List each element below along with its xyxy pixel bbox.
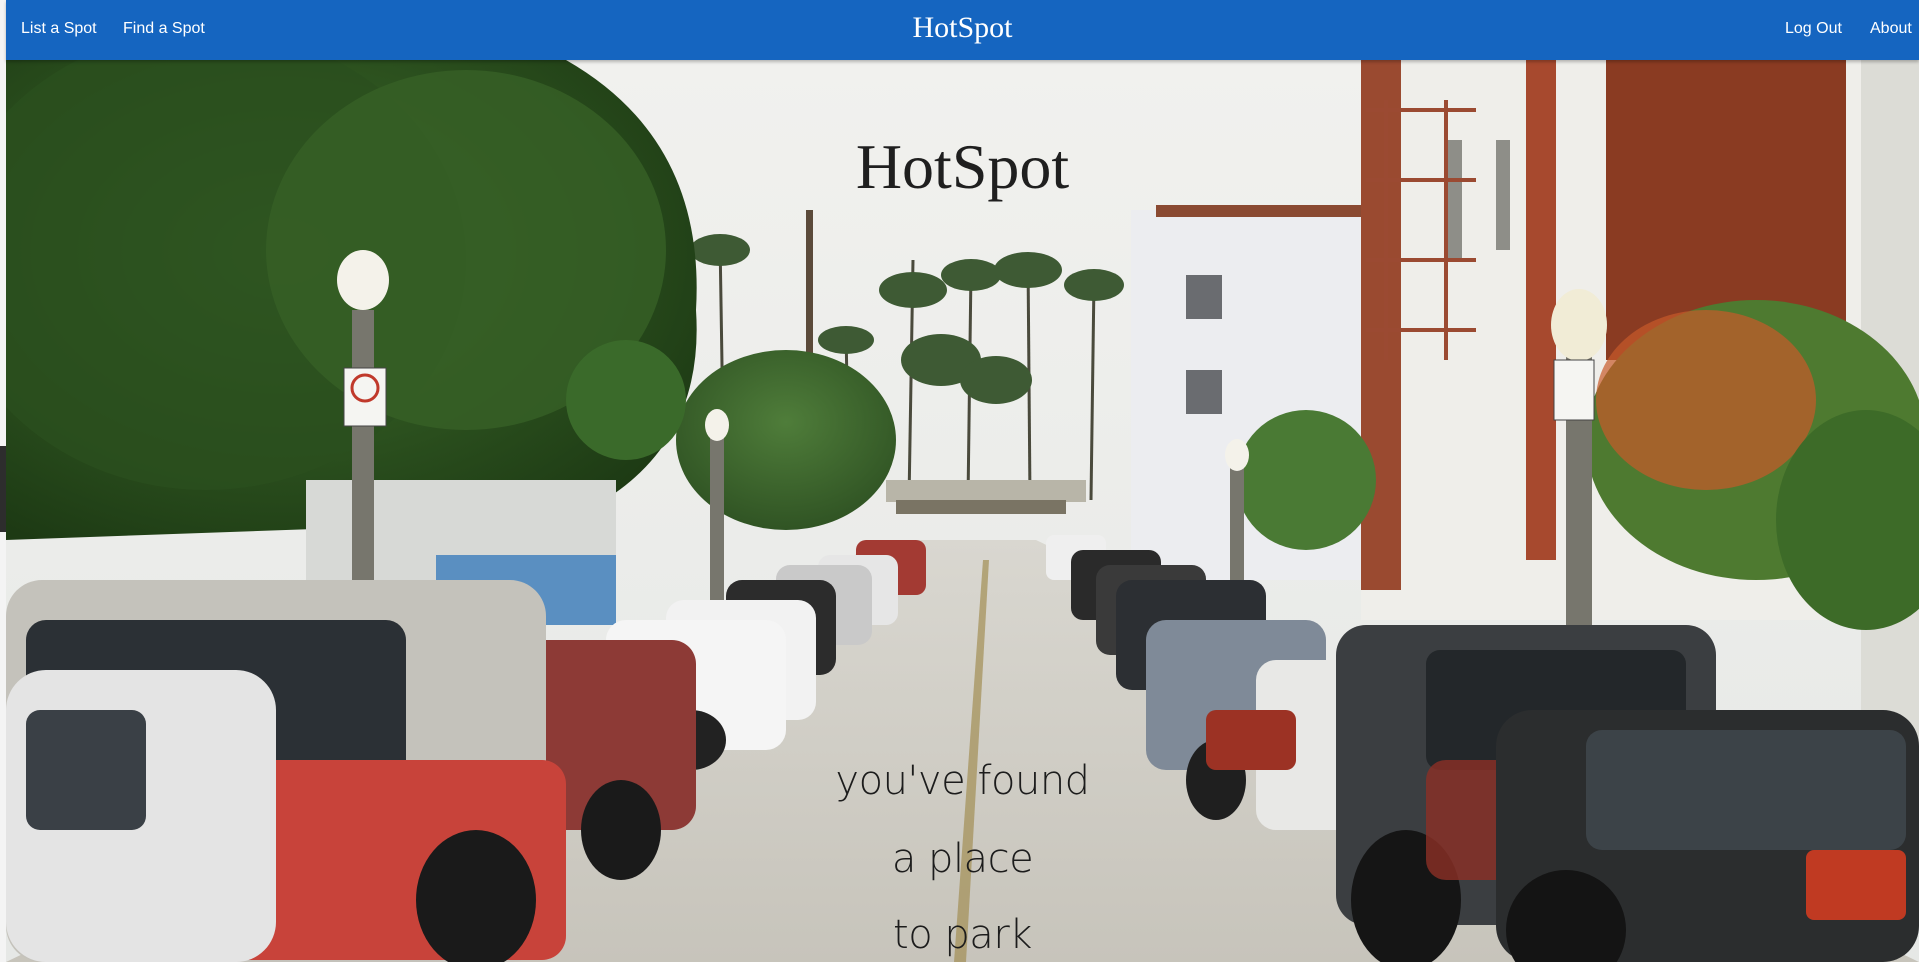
hero-title: HotSpot	[855, 131, 1070, 202]
log-out-link[interactable]: Log Out	[1785, 0, 1842, 58]
brand-logo-link[interactable]: HotSpot	[912, 0, 1012, 58]
hero-section: HotSpot you've found a place to park	[6, 60, 1919, 962]
about-link[interactable]: About	[1870, 0, 1912, 58]
list-a-spot-link[interactable]: List a Spot	[21, 0, 97, 58]
hero-tagline-line-3: to park	[893, 912, 1032, 958]
top-navbar: List a Spot Find a Spot HotSpot Log Out …	[6, 0, 1919, 60]
hero-tagline-line-1: you've found	[835, 758, 1090, 804]
find-a-spot-link[interactable]: Find a Spot	[123, 0, 205, 58]
hero-tagline-line-2: a place	[891, 836, 1034, 882]
page: List a Spot Find a Spot HotSpot Log Out …	[0, 0, 1919, 962]
